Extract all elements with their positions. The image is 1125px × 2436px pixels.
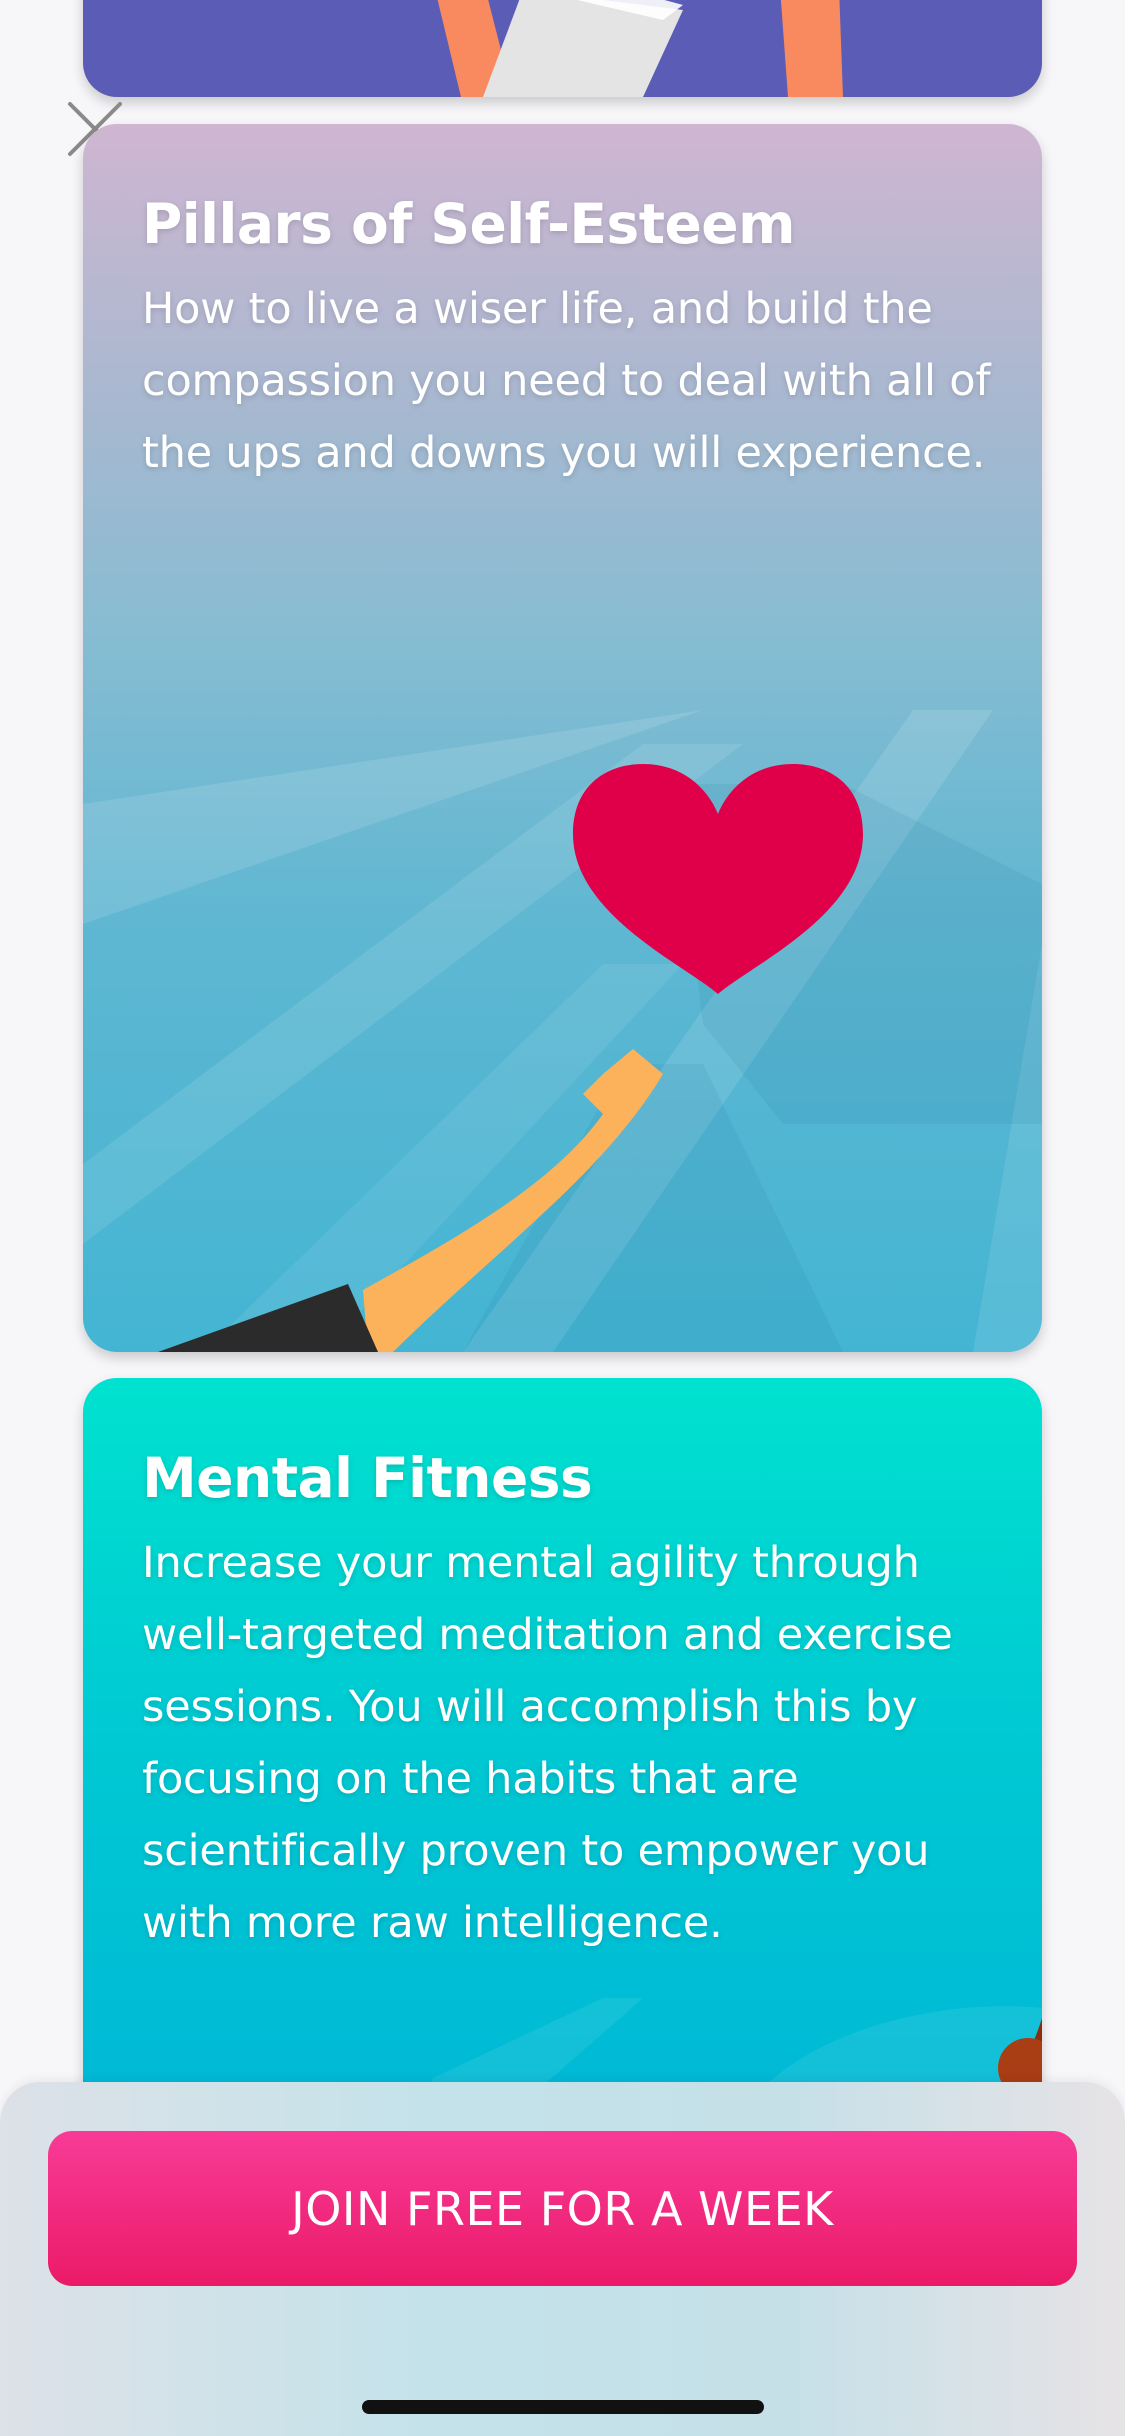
cta-panel: JOIN FREE FOR A WEEK <box>0 2082 1125 2436</box>
card-title: Mental Fitness <box>142 1446 593 1510</box>
card-description: How to live a wiser life, and build the … <box>142 283 991 478</box>
program-card-mental-fitness[interactable]: Mental Fitness Increase your mental agil… <box>83 1378 1042 2138</box>
join-free-button[interactable]: JOIN FREE FOR A WEEK <box>48 2131 1077 2286</box>
card-text-block: Pillars of Self-Esteem How to live a wis… <box>142 190 1002 489</box>
card-title: Pillars of Self-Esteem <box>142 192 795 256</box>
home-indicator[interactable] <box>362 2400 764 2414</box>
program-card-pillars-of-self-esteem[interactable]: Pillars of Self-Esteem How to live a wis… <box>83 124 1042 1352</box>
previous-card-illustration <box>437 0 843 97</box>
program-card-previous[interactable] <box>83 0 1042 97</box>
card-text-block: Mental Fitness Increase your mental agil… <box>142 1444 1002 1959</box>
card-description: Increase your mental agility through wel… <box>142 1537 953 1948</box>
